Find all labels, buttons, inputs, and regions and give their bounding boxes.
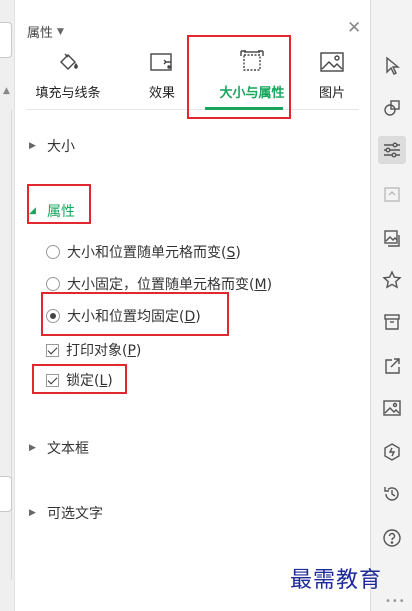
caret-down-icon: ▼ [57, 26, 64, 37]
tab-bar: 填充与线条 效果 大小与属性 图片 [27, 48, 359, 110]
right-toolbar: ••• [370, 0, 412, 611]
radio-move-size-with-cells[interactable]: 大小和位置随单元格而变(S) [46, 242, 241, 262]
tab-fill-and-line[interactable]: 填充与线条 [27, 48, 109, 108]
star-icon [382, 270, 402, 289]
shapes-icon [384, 100, 400, 116]
section-label: 属性 [47, 204, 75, 220]
radio-button[interactable] [46, 245, 60, 259]
history-icon [384, 487, 399, 501]
undo-disabled-icon [384, 187, 400, 202]
option-label: 打印对象(P) [66, 343, 142, 359]
left-scroll-handle-top[interactable] [0, 22, 12, 58]
expand-arrow-icon: ▶ [29, 141, 36, 151]
radio-move-not-size[interactable]: 大小固定，位置随单元格而变(M) [46, 274, 272, 294]
effects-icon [149, 48, 175, 76]
collapse-arrow-icon: ◢ [29, 206, 36, 216]
close-icon[interactable]: ✕ [347, 20, 361, 37]
security-button[interactable] [378, 438, 406, 466]
property-panel: 属性 ▼ ✕ 填充与线条 效果 大小与属性 图片 ▶ 大小 ◢ 属性 大小和位置… [14, 0, 370, 611]
settings-button[interactable] [378, 136, 406, 164]
radio-button-selected[interactable] [46, 309, 60, 323]
image-icon [383, 400, 401, 416]
expand-arrow-icon: ▶ [29, 443, 36, 453]
section-size-header[interactable]: ▶ 大小 [29, 136, 75, 156]
archive-box-icon [384, 314, 400, 330]
option-label: 大小固定，位置随单元格而变(M) [67, 277, 273, 293]
section-label: 文本框 [47, 441, 89, 457]
settings-sliders-icon [384, 142, 400, 158]
share-button[interactable] [378, 352, 406, 380]
history-button[interactable] [378, 480, 406, 508]
tab-size-and-properties[interactable]: 大小与属性 [207, 48, 297, 108]
tab-effects[interactable]: 效果 [132, 48, 192, 108]
left-scroll-handle-bottom[interactable] [0, 476, 12, 512]
favorite-button[interactable] [378, 266, 406, 294]
tab-label: 大小与属性 [219, 86, 285, 101]
tab-label: 效果 [148, 86, 175, 101]
archive-button[interactable] [378, 308, 406, 336]
section-textbox-header[interactable]: ▶ 文本框 [29, 438, 89, 458]
option-label: 大小和位置随单元格而变(S) [67, 245, 241, 261]
checkbox-checked[interactable] [46, 343, 59, 357]
help-icon [383, 529, 401, 547]
left-scroll-gutter: ▲ [0, 0, 14, 611]
help-button[interactable] [378, 524, 406, 552]
shapes-button[interactable] [378, 94, 406, 122]
section-label: 大小 [47, 139, 75, 155]
checkbox-locked[interactable]: 锁定(L) [46, 370, 113, 390]
tab-label: 图片 [318, 86, 345, 101]
collapse-arrow-icon[interactable]: ▲ [3, 86, 10, 96]
radio-fixed-size-position[interactable]: 大小和位置均固定(D) [46, 306, 201, 326]
checkbox-print-object[interactable]: 打印对象(P) [46, 340, 141, 360]
tab-picture[interactable]: 图片 [302, 48, 362, 108]
checkbox-checked[interactable] [46, 373, 59, 387]
share-icon [385, 358, 400, 374]
radio-button[interactable] [46, 277, 60, 291]
image-gallery-button[interactable] [378, 224, 406, 252]
active-tab-indicator [205, 107, 283, 110]
watermark: 最需教育 [290, 568, 383, 593]
more-dots-icon[interactable]: ••• [385, 596, 406, 607]
option-label: 锁定(L) [66, 373, 113, 389]
pointer-icon [386, 56, 400, 75]
image-button[interactable] [378, 394, 406, 422]
size-properties-icon [239, 48, 265, 76]
panel-title: 属性 [27, 26, 54, 41]
undo-button[interactable] [378, 180, 406, 208]
expand-arrow-icon: ▶ [29, 508, 36, 518]
pointer-button[interactable] [378, 52, 406, 80]
paint-bucket-icon [56, 48, 80, 76]
panel-title-dropdown[interactable]: 属性 ▼ [27, 22, 64, 41]
shield-badge-icon [384, 443, 400, 461]
section-label: 可选文字 [47, 506, 103, 522]
image-gallery-icon [384, 230, 400, 247]
section-properties-header[interactable]: ◢ 属性 [29, 201, 75, 221]
tab-label: 填充与线条 [35, 86, 101, 101]
section-alt-text-header[interactable]: ▶ 可选文字 [29, 503, 103, 523]
picture-icon [319, 48, 345, 76]
option-label: 大小和位置均固定(D) [67, 309, 201, 325]
